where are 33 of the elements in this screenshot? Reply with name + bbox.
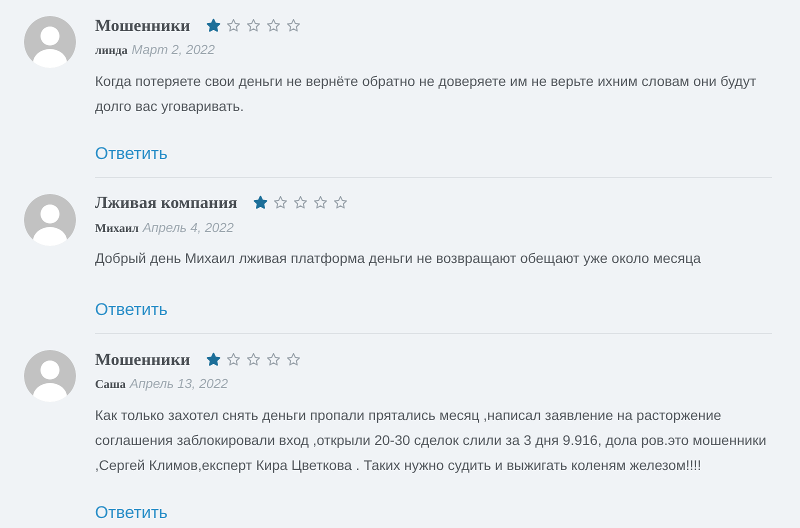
star-icon xyxy=(333,195,348,210)
comment-date: Апрель 13, 2022 xyxy=(130,375,228,393)
avatar-icon xyxy=(24,194,76,246)
comment-date: Апрель 4, 2022 xyxy=(142,218,234,237)
comment-title: Мошенники xyxy=(95,16,190,34)
comment-text: Как только захотел снять деньги пропали прятались месяц ,написал заявление на расторжение соглашения заблокировали вход ,открыли 20-30 сделок слили за 3 дня 9.916, дола ров.это мошенники ,Сергей Климов,експерт Кира Цветкова . Таких нужно судить и выжигать коленям железом!!!! xyxy=(95,406,768,475)
star-icon xyxy=(206,18,222,32)
comment-date: Март 2, 2022 xyxy=(132,41,215,59)
reply-link[interactable]: Ответить xyxy=(95,502,168,522)
star-icon xyxy=(293,195,308,210)
reply-link[interactable]: Ответить xyxy=(95,144,168,162)
star-icon xyxy=(313,195,328,210)
star-icon xyxy=(266,352,282,366)
star-icon xyxy=(286,18,302,32)
star-icon xyxy=(206,352,222,366)
reply-link[interactable]: Ответить xyxy=(95,300,168,319)
star-icon xyxy=(226,352,242,366)
comment-author: линда xyxy=(95,42,128,59)
star-icon xyxy=(246,18,262,32)
avatar-icon xyxy=(24,350,76,402)
star-icon xyxy=(286,352,302,366)
comment-author: Михаил xyxy=(95,220,139,236)
comment-title: Мошенники xyxy=(95,350,190,368)
comment-text: Добрый день Михаил лживая платформа деньги не возвращают обещают уже около месяца xyxy=(95,249,702,268)
comment-text: Когда потеряете свои деньги не вернёте обратно не доверяете им не верьте ихним словам они будут долго вас уговаривать. xyxy=(95,72,758,116)
star-icon xyxy=(226,18,242,32)
star-icon xyxy=(246,352,262,366)
avatar-icon xyxy=(24,16,76,68)
comment-title: Лживая компания xyxy=(95,194,238,211)
star-icon xyxy=(273,195,288,210)
star-icon xyxy=(266,18,282,32)
comment-author: Саша xyxy=(95,376,126,393)
star-icon xyxy=(253,195,268,210)
